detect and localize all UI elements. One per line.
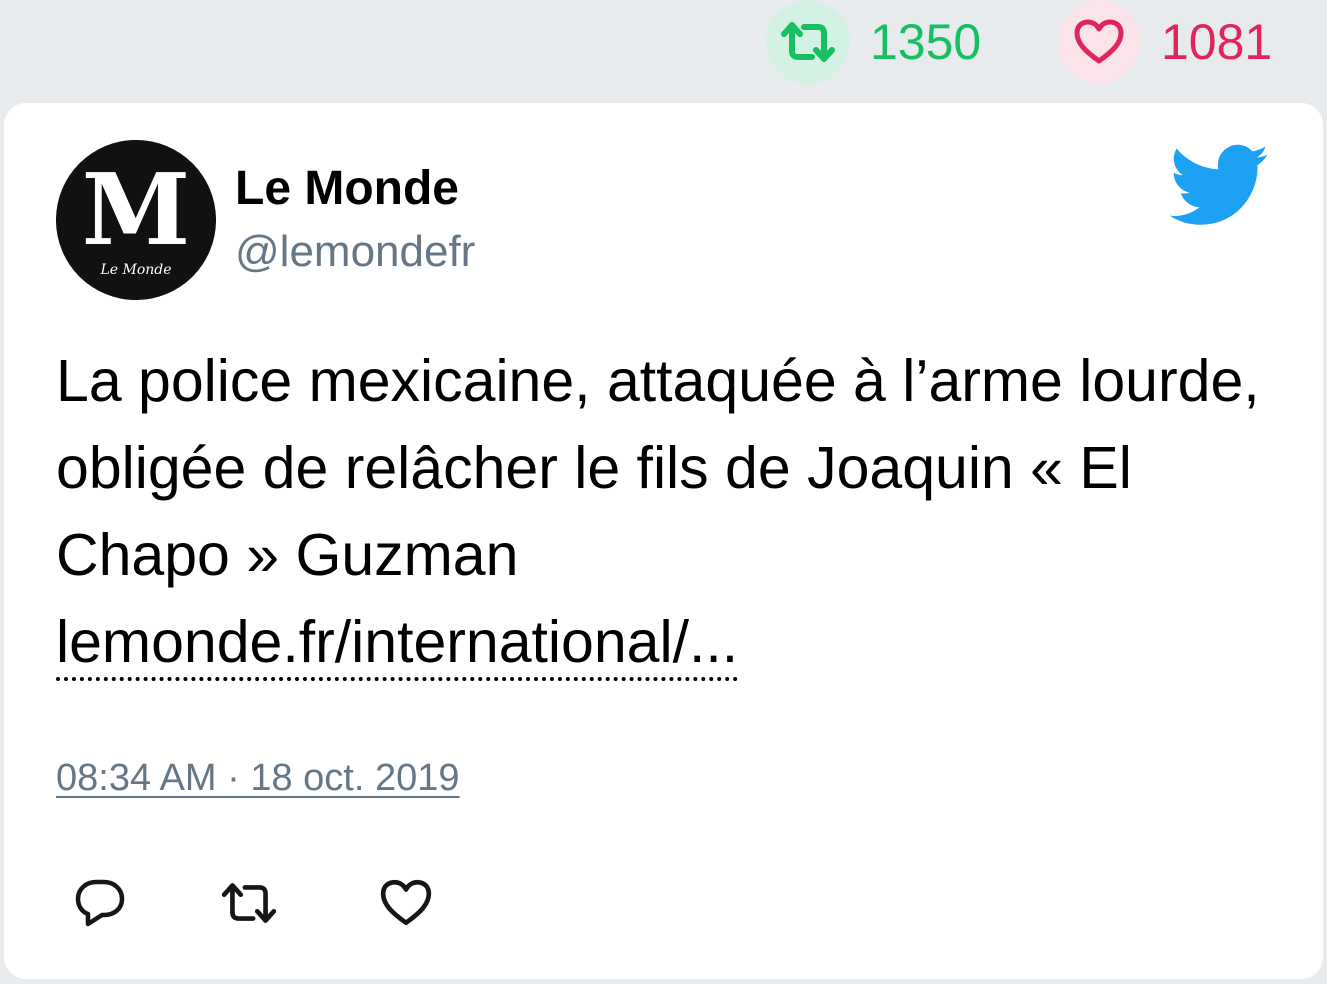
heart-icon bbox=[380, 879, 432, 926]
avatar[interactable]: M Le Monde bbox=[56, 140, 216, 300]
retweet-button[interactable] bbox=[219, 873, 279, 933]
twitter-bird-icon[interactable] bbox=[1169, 143, 1270, 229]
le-monde-logo: M Le Monde bbox=[56, 140, 216, 300]
like-button[interactable] bbox=[376, 873, 436, 933]
tweet-body: La police mexicaine, attaquée à l’arme l… bbox=[56, 348, 1260, 588]
heart-icon bbox=[1057, 0, 1141, 84]
author-name[interactable]: Le Monde bbox=[235, 165, 459, 213]
tweet-link[interactable]: lemonde.fr/international/... bbox=[56, 609, 739, 681]
like-count-stat[interactable]: 1081 bbox=[1057, 0, 1272, 84]
svg-text:M: M bbox=[82, 153, 190, 268]
tweet-card: M Le Monde Le Monde @lemondefr La police… bbox=[4, 103, 1323, 979]
tweet-text: La police mexicaine, attaquée à l’arme l… bbox=[56, 338, 1276, 686]
retweet-icon bbox=[766, 0, 850, 84]
engagement-bar: 1350 1081 bbox=[0, 0, 1327, 100]
author-handle[interactable]: @lemondefr bbox=[235, 230, 475, 274]
reply-button[interactable] bbox=[70, 873, 130, 933]
like-count: 1081 bbox=[1161, 14, 1273, 70]
logo-text: Le Monde bbox=[99, 262, 171, 278]
reply-icon bbox=[75, 879, 125, 927]
retweet-count-stat[interactable]: 1350 bbox=[766, 0, 981, 84]
tweet-timestamp[interactable]: 08:34 AM · 18 oct. 2019 bbox=[56, 759, 460, 797]
retweet-count: 1350 bbox=[870, 14, 982, 70]
retweet-icon bbox=[221, 883, 277, 923]
